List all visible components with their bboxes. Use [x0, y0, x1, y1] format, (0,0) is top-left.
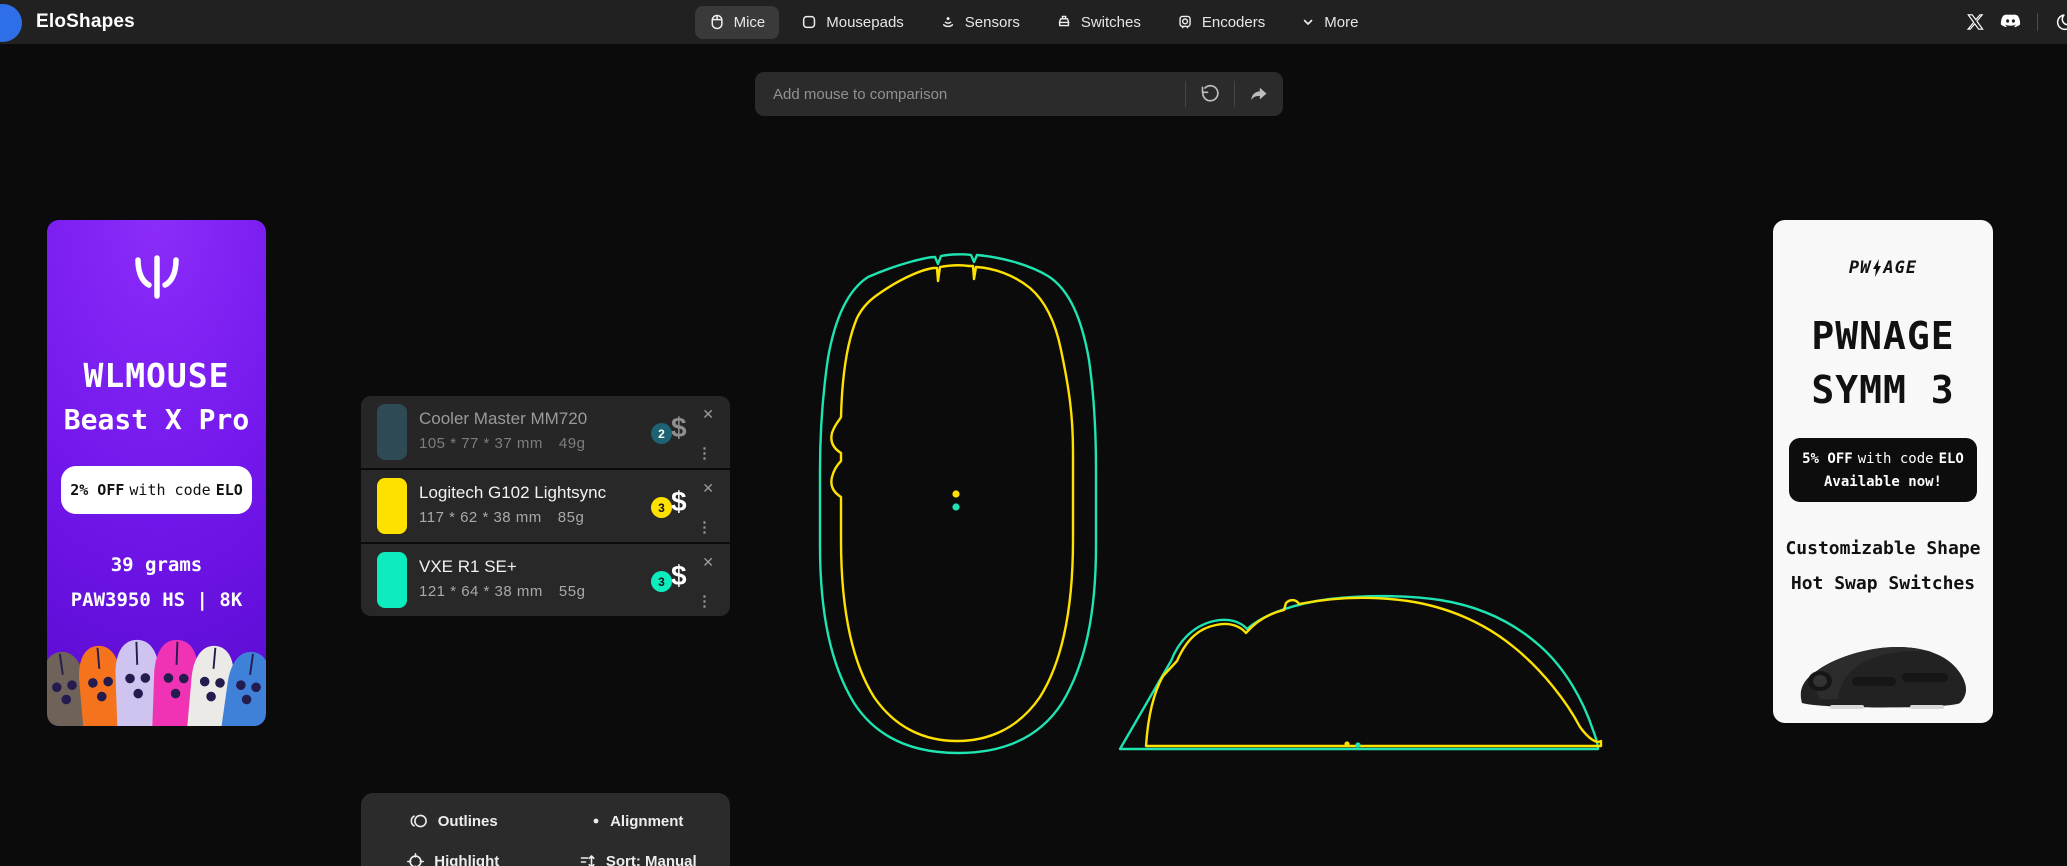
mice-photo — [47, 636, 266, 726]
highlight-crosshair-icon — [407, 852, 425, 866]
list-item-logitech-g102[interactable]: Logitech G102 Lightsync 117 * 62 * 38 mm… — [361, 470, 730, 542]
nav-item-mice[interactable]: Mice — [694, 5, 780, 39]
pwnage-mouse-photo — [1800, 647, 1966, 709]
price-count-badge: 3 — [651, 571, 672, 592]
outline-side-logitech-g102 — [1144, 596, 1603, 748]
row-menu-button[interactable]: ⋮ — [693, 590, 716, 612]
nav-menu: Mice Mousepads Sensors Switches Encoders… — [694, 0, 1373, 44]
dollar-icon: $ — [671, 560, 687, 591]
ad-feature-switches: Hot Swap Switches — [1790, 573, 1976, 594]
nav-item-sensors[interactable]: Sensors — [926, 6, 1034, 39]
share-icon — [1251, 87, 1267, 101]
price-button[interactable]: $ 3 — [651, 484, 697, 528]
price-button[interactable]: $ 3 — [651, 558, 697, 602]
mouse-weight: 85g — [557, 509, 585, 526]
color-swatch[interactable] — [377, 478, 407, 534]
shape-comparison-canvas[interactable] — [0, 0, 2067, 866]
lightning-icon — [1873, 259, 1882, 277]
alignment-dot-icon — [593, 818, 599, 824]
price-count-badge: 3 — [651, 497, 672, 518]
x-twitter-icon[interactable] — [1966, 13, 1984, 31]
discord-icon[interactable] — [2000, 14, 2021, 30]
dollar-icon: $ — [671, 486, 687, 517]
nav-item-encoders[interactable]: Encoders — [1163, 6, 1279, 39]
remove-mouse-button[interactable]: ✕ — [698, 476, 718, 501]
list-item-cooler-master-mm720[interactable]: Cooler Master MM720 105 * 77 * 37 mm 49g … — [361, 396, 730, 468]
ad-spec-sensor: PAW3950 HS | 8K — [70, 589, 243, 611]
remove-mouse-button[interactable]: ✕ — [698, 550, 718, 575]
alignment-button[interactable]: Alignment — [546, 801, 731, 841]
brand-name: EloShapes — [36, 11, 135, 32]
price-button[interactable]: $ 2 — [651, 410, 697, 454]
mouse-dimensions: 117 * 62 * 38 mm 85g — [419, 509, 585, 526]
share-button[interactable] — [1235, 72, 1283, 116]
mouse-weight: 49g — [558, 435, 586, 452]
row-menu-button[interactable]: ⋮ — [693, 442, 716, 464]
nav-item-mousepads[interactable]: Mousepads — [787, 6, 918, 39]
switch-icon — [1058, 15, 1070, 27]
wlmouse-logo-icon — [134, 255, 179, 299]
nav-item-switches[interactable]: Switches — [1042, 6, 1155, 39]
brand[interactable]: EloShapes — [0, 0, 135, 44]
row-menu-button[interactable]: ⋮ — [693, 516, 716, 538]
highlight-toggle[interactable]: Highlight — [361, 841, 546, 866]
ad-subtitle: Beast X Pro — [63, 403, 250, 436]
sort-button[interactable]: Sort: Manual — [546, 841, 731, 866]
sensor-dot-vxe — [952, 503, 960, 511]
mousepad-icon — [803, 15, 816, 29]
sensor-dot-side-logitech — [1344, 741, 1350, 747]
reset-button[interactable] — [1186, 72, 1234, 116]
mouse-name: VXE R1 SE+ — [419, 557, 517, 576]
mouse-weight: 55g — [558, 583, 586, 600]
list-item-vxe-r1-se[interactable]: VXE R1 SE+ 121 * 64 * 38 mm 55g $ 3 ✕ ⋮ — [361, 544, 730, 616]
nav-right-actions — [1966, 0, 2067, 44]
sort-icon — [580, 854, 595, 866]
search-input[interactable] — [755, 85, 1185, 103]
outlines-toggle[interactable]: Outlines — [361, 801, 546, 841]
encoder-icon — [1179, 15, 1191, 29]
ad-title: WLMOUSE — [83, 356, 230, 395]
ad-title-line1: PWNAGE — [1811, 314, 1955, 358]
top-nav: EloShapes Mice Mousepads Sensors Switche… — [0, 0, 2067, 44]
nav-divider — [2037, 13, 2038, 31]
view-options-toolbar: Outlines Alignment Highlight Sort: Manua… — [361, 793, 730, 866]
sensor-icon — [942, 17, 953, 28]
price-count-badge: 2 — [651, 423, 672, 444]
color-swatch[interactable] — [377, 404, 407, 460]
outline-top-logitech-g102 — [830, 264, 1075, 743]
outline-top-vxe-r1 — [818, 253, 1098, 755]
pwnage-logo: PW AGE — [1848, 258, 1918, 278]
mouse-dimensions: 105 * 77 * 37 mm 49g — [419, 435, 586, 452]
sensor-dot-logitech — [952, 490, 960, 498]
ad-feature-shape: Customizable Shape — [1785, 538, 1981, 559]
ad-pwnage[interactable]: PW AGE PWNAGE SYMM 3 5% OFF with code ELO… — [1773, 220, 1993, 723]
mouse-name: Cooler Master MM720 — [419, 409, 588, 428]
sensor-dot-side-vxe — [1355, 742, 1361, 748]
nav-item-more[interactable]: More — [1287, 6, 1372, 39]
ad-title-line2: SYMM 3 — [1811, 368, 1955, 412]
reset-icon — [1201, 84, 1219, 102]
comparison-list: Cooler Master MM720 105 * 77 * 37 mm 49g … — [361, 396, 730, 616]
color-swatch[interactable] — [377, 552, 407, 608]
mouse-name: Logitech G102 Lightsync — [419, 483, 607, 502]
dark-mode-toggle[interactable] — [2054, 11, 2067, 33]
dollar-icon: $ — [671, 412, 687, 443]
outlines-icon — [410, 814, 427, 828]
promo-code-box[interactable]: 5% OFF with code ELO Available now! — [1789, 438, 1977, 502]
mouse-icon — [711, 14, 723, 30]
outline-side-vxe-r1 — [1118, 594, 1600, 751]
mouse-dimensions: 121 * 64 * 38 mm 55g — [419, 583, 586, 600]
remove-mouse-button[interactable]: ✕ — [698, 402, 718, 427]
chevron-down-icon — [1303, 19, 1313, 25]
brand-logo-icon — [0, 3, 22, 42]
ad-wlmouse[interactable]: WLMOUSE Beast X Pro 2% OFF with code ELO… — [47, 220, 266, 726]
ad-spec-weight: 39 grams — [110, 554, 203, 576]
promo-code-pill[interactable]: 2% OFF with code ELO — [61, 466, 252, 514]
availability-text: Available now! — [1823, 473, 1942, 490]
comparison-search-bar — [755, 72, 1283, 116]
moon-icon — [2056, 14, 2067, 31]
